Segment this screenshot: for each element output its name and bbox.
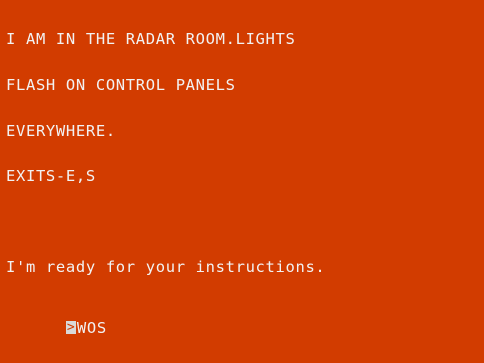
room-description-line: I AM IN THE RADAR ROOM.LIGHTS — [6, 30, 296, 49]
room-description-line: EVERYWHERE. — [6, 121, 116, 140]
command-input[interactable]: WOS — [77, 320, 107, 336]
room-description-line: FLASH ON CONTROL PANELS — [6, 76, 236, 94]
ready-message: I'm ready for your instructions. — [6, 258, 326, 277]
text-output: I AM IN THE RADAR ROOM.LIGHTS FLASH ON C… — [6, 2, 325, 352]
game-screen[interactable]: I AM IN THE RADAR ROOM.LIGHTS FLASH ON C… — [0, 0, 484, 363]
exits-line: EXITS-E,S — [6, 167, 96, 186]
cursor-icon: > — [65, 320, 76, 336]
command-prompt[interactable]: > WOS — [6, 306, 325, 336]
